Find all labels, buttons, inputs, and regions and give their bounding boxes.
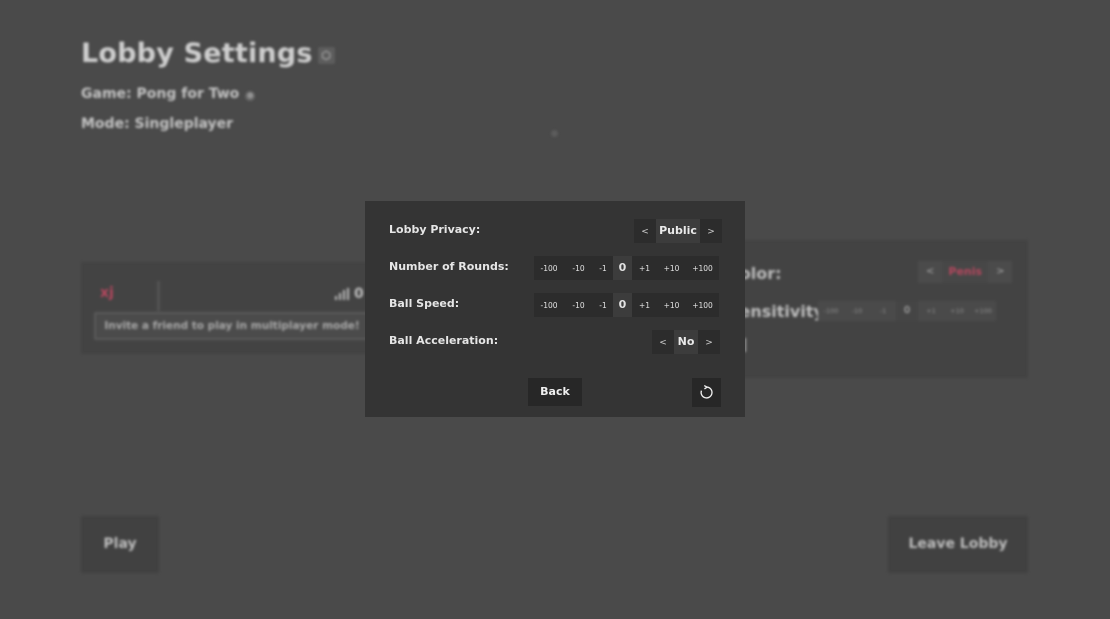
step-minus1[interactable]: -1 bbox=[870, 301, 896, 321]
speed-plus10-button[interactable]: +10 bbox=[657, 293, 686, 317]
privacy-next-arrow[interactable]: > bbox=[700, 219, 722, 243]
step-plus10[interactable]: +10 bbox=[944, 301, 970, 321]
settings-gear-icon[interactable]: ⬡ bbox=[317, 47, 335, 64]
game-settings-icon[interactable]: ⚙ bbox=[245, 91, 256, 101]
color-next-arrow[interactable]: > bbox=[988, 261, 1012, 283]
ball-acceleration-label: Ball Acceleration: bbox=[389, 334, 499, 347]
ball-speed-label: Ball Speed: bbox=[389, 297, 460, 310]
player-panel: xj 0 Invite a friend to play in multipla… bbox=[81, 262, 381, 354]
rounds-stepper[interactable]: -100 -10 -1 0 +1 +10 +100 bbox=[534, 256, 719, 280]
ball-speed-stepper[interactable]: -100 -10 -1 0 +1 +10 +100 bbox=[534, 293, 719, 317]
lobby-settings-dialog: Lobby Privacy: < Public > Number of Roun… bbox=[365, 201, 745, 417]
page-title: Lobby Settings ⬡ bbox=[81, 38, 335, 69]
refresh-icon bbox=[700, 385, 713, 399]
invite-friend-button[interactable]: Invite a friend to play in multiplayer m… bbox=[94, 312, 370, 340]
sensitivity-stepper[interactable]: -100 -10 -1 0 +1 +10 +100 bbox=[818, 301, 996, 321]
acceleration-next-arrow[interactable]: > bbox=[698, 330, 720, 354]
speed-minus10-button[interactable]: -10 bbox=[564, 293, 593, 317]
ball-speed-value: 0 bbox=[613, 293, 632, 317]
play-button[interactable]: Play bbox=[81, 516, 159, 573]
speed-minus1-button[interactable]: -1 bbox=[593, 293, 613, 317]
lobby-privacy-label: Lobby Privacy: bbox=[389, 223, 481, 236]
divider bbox=[157, 281, 160, 311]
ping-indicator: 0 bbox=[335, 286, 364, 302]
rounds-plus1-button[interactable]: +1 bbox=[632, 256, 657, 280]
game-info: Game: Pong for Two ⚙ bbox=[81, 86, 256, 102]
player-settings-panel: Color: < Penis > Sensitivity: -100 -10 -… bbox=[720, 240, 1028, 378]
mode-info: Mode: Singleplayer bbox=[81, 116, 234, 132]
privacy-prev-arrow[interactable]: < bbox=[634, 219, 656, 243]
rounds-label: Number of Rounds: bbox=[389, 260, 509, 273]
rounds-plus10-button[interactable]: +10 bbox=[657, 256, 686, 280]
rounds-minus100-button[interactable]: -100 bbox=[534, 256, 564, 280]
step-minus10[interactable]: -10 bbox=[844, 301, 870, 321]
color-value: Penis bbox=[942, 261, 989, 283]
signal-icon bbox=[335, 288, 349, 300]
speed-minus100-button[interactable]: -100 bbox=[534, 293, 564, 317]
rounds-minus10-button[interactable]: -10 bbox=[564, 256, 593, 280]
rounds-plus100-button[interactable]: +100 bbox=[686, 256, 719, 280]
player-name: xj bbox=[100, 285, 114, 301]
lobby-privacy-selector[interactable]: < Public > bbox=[634, 219, 722, 243]
acceleration-prev-arrow[interactable]: < bbox=[652, 330, 674, 354]
ping-value: 0 bbox=[354, 286, 364, 302]
back-button[interactable]: Back bbox=[528, 378, 582, 406]
speed-plus100-button[interactable]: +100 bbox=[686, 293, 719, 317]
step-minus100[interactable]: -100 bbox=[818, 301, 844, 321]
sensitivity-value: 0 bbox=[896, 301, 918, 321]
rounds-minus1-button[interactable]: -1 bbox=[593, 256, 613, 280]
reset-button[interactable] bbox=[692, 378, 721, 407]
color-selector[interactable]: < Penis > bbox=[918, 261, 1013, 283]
loading-dot bbox=[551, 130, 558, 137]
speed-plus1-button[interactable]: +1 bbox=[632, 293, 657, 317]
acceleration-value: No bbox=[674, 330, 698, 354]
step-plus1[interactable]: +1 bbox=[918, 301, 944, 321]
step-plus100[interactable]: +100 bbox=[970, 301, 996, 321]
rounds-value: 0 bbox=[613, 256, 632, 280]
privacy-value: Public bbox=[656, 219, 700, 243]
ball-acceleration-selector[interactable]: < No > bbox=[652, 330, 720, 354]
leave-lobby-button[interactable]: Leave Lobby bbox=[888, 516, 1028, 573]
color-prev-arrow[interactable]: < bbox=[918, 261, 942, 283]
